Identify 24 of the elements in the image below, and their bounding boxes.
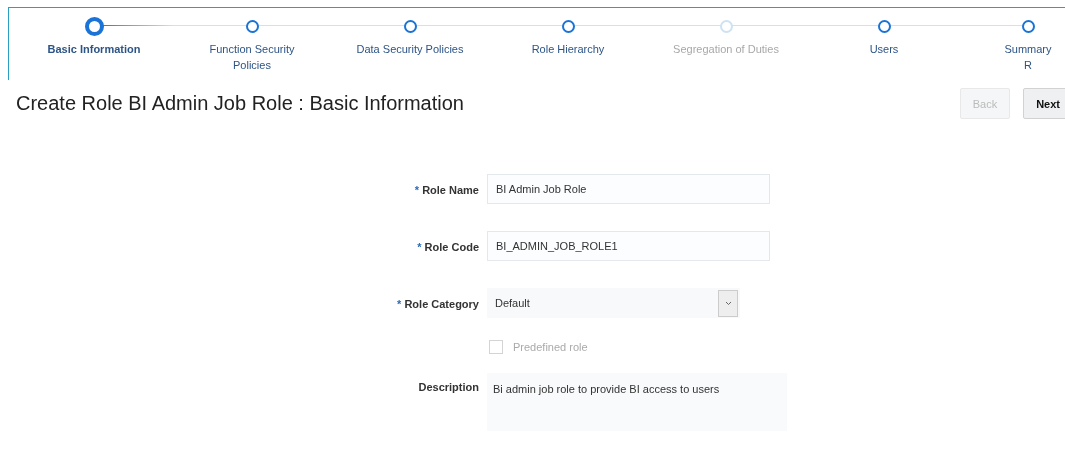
step-marker[interactable]	[245, 19, 259, 33]
step-marker[interactable]	[403, 19, 417, 33]
field-label: Description	[418, 381, 479, 393]
checkbox-label: Predefined role	[513, 341, 588, 353]
train-step-link[interactable]: Summary R	[1004, 41, 1052, 73]
nav-button[interactable]: Next	[1023, 88, 1065, 119]
step-marker[interactable]	[84, 16, 104, 36]
step-marker[interactable]	[877, 19, 891, 33]
role-category-dropdown[interactable]: Default	[487, 288, 740, 318]
step-marker[interactable]	[1021, 19, 1035, 33]
input-field[interactable]: BI_ADMIN_JOB_ROLE1	[487, 231, 770, 261]
description-field[interactable]: Bi admin job role to provide BI access to users	[487, 373, 787, 431]
train-step-link[interactable]: Data Security Policies	[356, 41, 464, 57]
train-step-link[interactable]: Users	[869, 41, 899, 57]
page-title: Create Role BI Admin Job Role : Basic Information	[16, 92, 464, 115]
caret-icon	[718, 289, 738, 317]
field-label: * Role Name	[414, 184, 479, 196]
input-field[interactable]: BI Admin Job Role	[487, 174, 770, 204]
train-step-link[interactable]: Function Security Policies	[209, 41, 295, 73]
train-step-link[interactable]: Role Hierarchy	[531, 41, 605, 57]
field-label: * Role Code	[417, 241, 479, 253]
field-label: * Role Category	[397, 298, 479, 310]
step-marker[interactable]	[561, 19, 575, 33]
train-step-link[interactable]: Basic Information	[47, 41, 141, 57]
